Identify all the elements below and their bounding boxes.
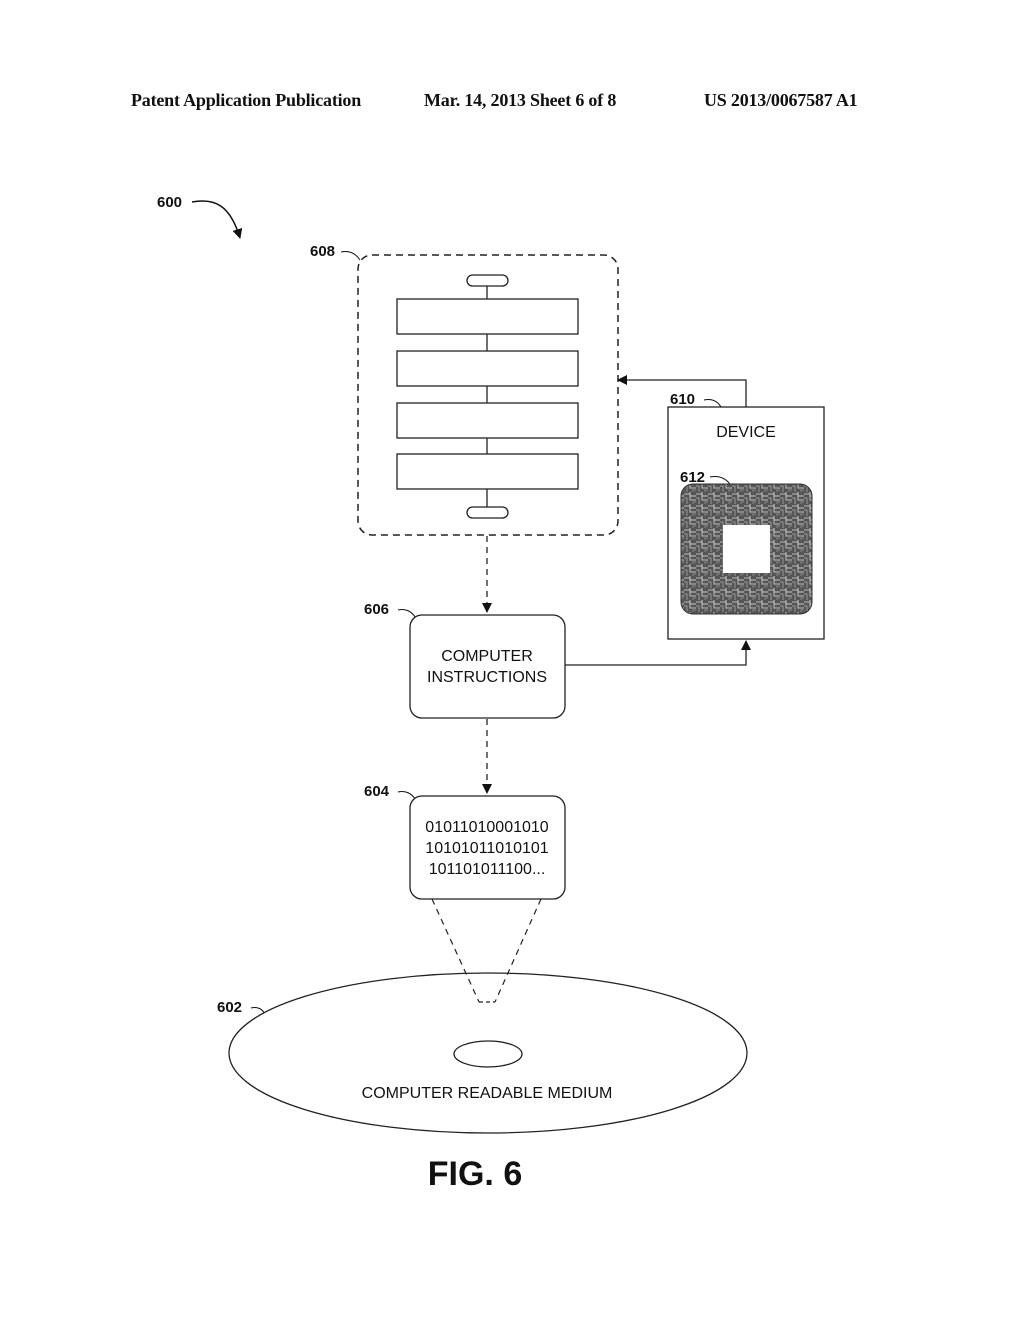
ref-600-label: 600 <box>157 194 182 211</box>
instructions-line-2: INSTRUCTIONS <box>427 669 547 686</box>
ref-604-leader <box>397 791 416 800</box>
projection-line-left <box>431 898 480 1003</box>
ref-612-label: 612 <box>680 469 705 486</box>
arrow-606-to-610 <box>565 640 751 666</box>
projection-line-right <box>494 898 542 1003</box>
binary-line-3: 101101011100... <box>429 861 546 878</box>
figure-6-diagram: 600 608 610 DEVICE 612 606 COMPUTER INST… <box>157 194 825 1193</box>
flowchart-step-1 <box>396 298 579 335</box>
disc-outer <box>228 972 748 1134</box>
binary-line-1: 01011010001010 <box>425 819 548 836</box>
device-label: DEVICE <box>716 424 776 441</box>
computer-instructions-box <box>409 614 566 719</box>
flowchart-start-terminal <box>466 274 509 287</box>
ref-606-leader <box>397 609 416 618</box>
flowchart-end-terminal <box>466 506 509 519</box>
ref-610-leader <box>703 399 722 408</box>
flowchart-step-4 <box>396 453 579 490</box>
figure-caption: FIG. 6 <box>428 1155 522 1193</box>
ref-600-arrow-icon <box>191 200 243 239</box>
ref-604-label: 604 <box>364 783 390 800</box>
flowchart-step-2 <box>396 350 579 387</box>
ref-602-label: 602 <box>217 999 242 1016</box>
ref-602-leader <box>250 1007 265 1014</box>
chip-center <box>723 525 770 573</box>
ref-610-label: 610 <box>670 391 695 408</box>
instructions-line-1: COMPUTER <box>441 648 533 665</box>
ref-606-label: 606 <box>364 601 389 618</box>
ref-608-label: 608 <box>310 243 335 260</box>
ref-608-leader <box>340 251 361 261</box>
binary-line-2: 10101011010101 <box>425 840 548 857</box>
flowchart-step-3 <box>396 402 579 439</box>
medium-label: COMPUTER READABLE MEDIUM <box>362 1085 613 1102</box>
disc-hole <box>453 1040 523 1068</box>
flowchart-container <box>357 254 619 536</box>
